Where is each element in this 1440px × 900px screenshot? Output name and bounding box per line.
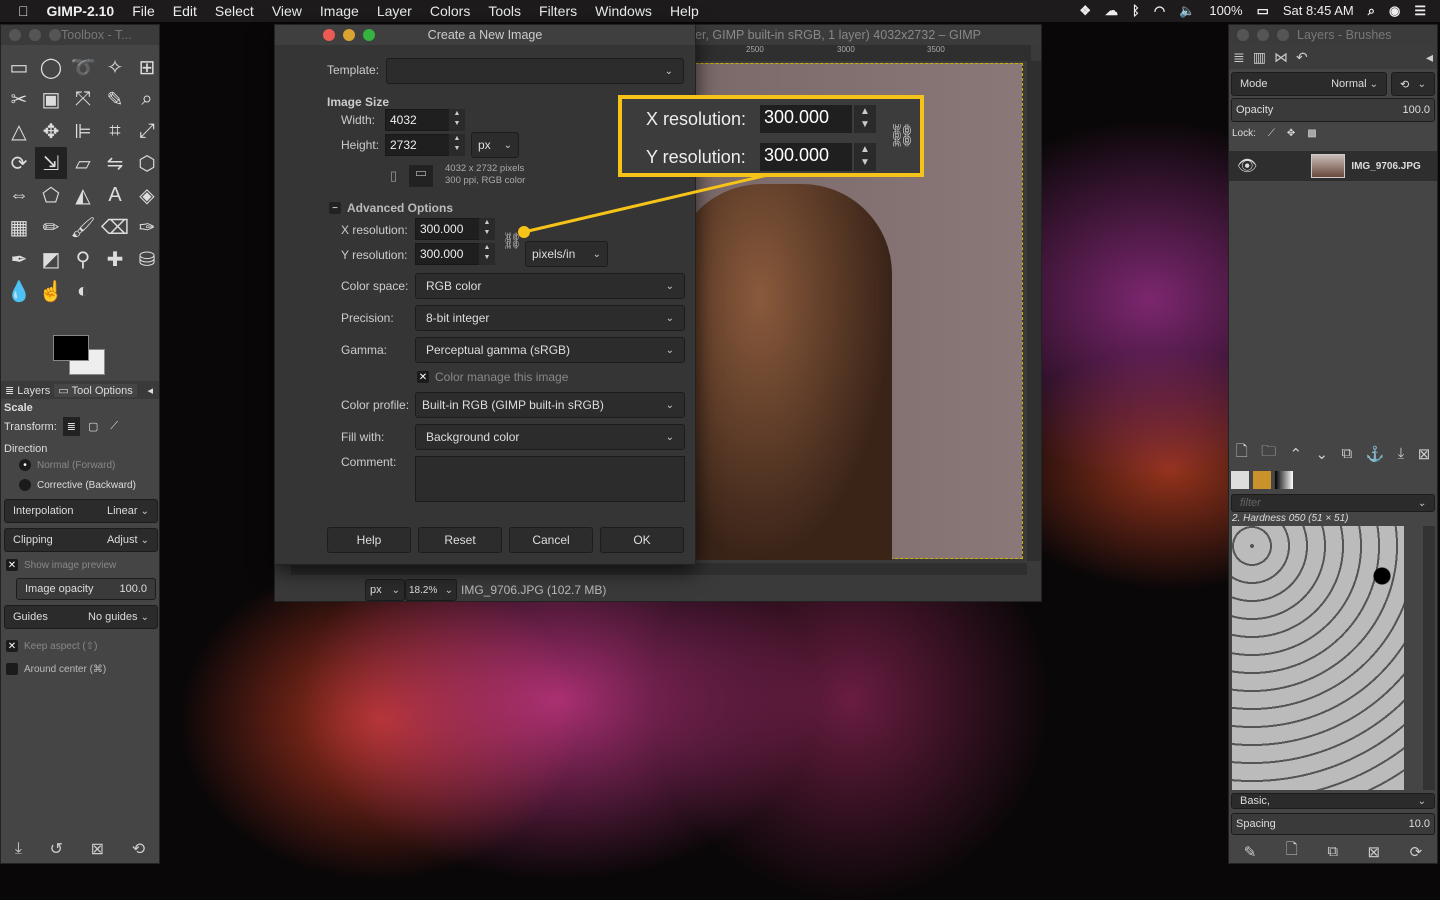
callout-xres-value: 300.000 bbox=[760, 105, 852, 133]
anchor-icon[interactable]: ⚓ bbox=[1366, 445, 1385, 463]
layers-title: Layers - Brushes bbox=[1297, 28, 1392, 42]
foreground-color[interactable] bbox=[53, 335, 89, 361]
merge-icon[interactable]: ⤓ bbox=[1398, 445, 1405, 462]
brush-name: 2. Hardness 050 (51 × 51) bbox=[1232, 513, 1349, 524]
layer-name: IMG_9706.JPG bbox=[1351, 160, 1421, 172]
new-layer-icon[interactable]: 🗋 bbox=[1236, 441, 1248, 466]
edit-brush-icon[interactable]: ✎ bbox=[1244, 843, 1257, 861]
brush-scrollbar[interactable] bbox=[1423, 526, 1435, 790]
lock-label: Lock: bbox=[1232, 128, 1256, 139]
opacity-slider[interactable]: Opacity 100.0 bbox=[1231, 98, 1435, 122]
callout-xres-stepper: ▲ ▼ bbox=[854, 105, 876, 133]
duplicate-brush-icon[interactable]: ⧉ bbox=[1327, 843, 1338, 860]
callout-yres-label: Y resolution: bbox=[646, 147, 746, 167]
tab-layers-icon[interactable]: ≣ bbox=[1233, 49, 1245, 66]
brushes-tab-bar bbox=[1231, 471, 1293, 489]
tab-patterns-icon[interactable] bbox=[1253, 471, 1271, 489]
layers-window: Layers - Brushes ≣ ▥ ⋈ ↶ ◂ Mode Normal ⌄ ⟲ ⌄ O… bbox=[1228, 24, 1438, 864]
layer-row[interactable]: 👁 IMG_9706.JPG bbox=[1229, 151, 1437, 181]
layer-thumbnail bbox=[1311, 154, 1346, 178]
layers-button-bar: 🗋 🗀 ⌃ ⌄ ⧉ ⚓ ⤓ ⊠ bbox=[1229, 441, 1437, 466]
tab-brushes-icon[interactable] bbox=[1231, 471, 1249, 489]
callout-yres-value: 300.000 bbox=[760, 143, 852, 171]
new-brush-icon[interactable]: 🗋 bbox=[1286, 839, 1298, 864]
callout-chain-icon: ⛓ bbox=[888, 123, 916, 148]
callout-yres-stepper: ▲ ▼ bbox=[854, 143, 876, 171]
tab-gradients-icon[interactable] bbox=[1275, 471, 1293, 489]
new-group-icon[interactable]: 🗀 bbox=[1261, 441, 1276, 466]
raise-layer-icon[interactable]: ⌃ bbox=[1290, 445, 1303, 463]
tab-undo-icon[interactable]: ↶ bbox=[1296, 49, 1308, 66]
callout-xres-label: X resolution: bbox=[646, 109, 747, 129]
composite-mode-dropdown[interactable]: ⟲ ⌄ bbox=[1391, 72, 1435, 96]
resolution-callout: X resolution: 300.000 ▲ ▼ Y resolution: 3… bbox=[618, 95, 924, 177]
tab-paths-icon[interactable]: ⋈ bbox=[1274, 49, 1288, 66]
brushes-button-bar: ✎ 🗋 ⧉ ⊠ ⟳ bbox=[1229, 839, 1437, 864]
refresh-brushes-icon[interactable]: ⟳ bbox=[1410, 843, 1423, 861]
brush-tag-input[interactable]: Basic, ⌄ bbox=[1231, 793, 1435, 809]
lock-pixels-icon[interactable]: ⟋ bbox=[1268, 128, 1275, 139]
lock-alpha-icon[interactable]: ▩ bbox=[1307, 128, 1316, 139]
delete-brush-icon[interactable]: ⊠ bbox=[1368, 843, 1381, 861]
mode-dropdown[interactable]: Mode Normal ⌄ bbox=[1231, 72, 1387, 96]
delete-layer-icon[interactable]: ⊠ bbox=[1418, 445, 1431, 463]
layers-tab-bar: ≣ ▥ ⋈ ↶ ◂ bbox=[1229, 45, 1437, 69]
lower-layer-icon[interactable]: ⌄ bbox=[1316, 445, 1329, 463]
brush-grid[interactable] bbox=[1232, 526, 1404, 790]
panel-menu-icon[interactable]: ◂ bbox=[1426, 49, 1433, 66]
duplicate-layer-icon[interactable]: ⧉ bbox=[1341, 445, 1352, 462]
tab-channels-icon[interactable]: ▥ bbox=[1253, 49, 1266, 66]
eye-icon[interactable]: 👁 bbox=[1237, 156, 1257, 176]
lock-position-icon[interactable]: ✥ bbox=[1287, 128, 1295, 139]
spacing-slider[interactable]: Spacing 10.0 bbox=[1231, 813, 1435, 835]
brush-filter-input[interactable]: filter ⌄ bbox=[1231, 494, 1435, 512]
